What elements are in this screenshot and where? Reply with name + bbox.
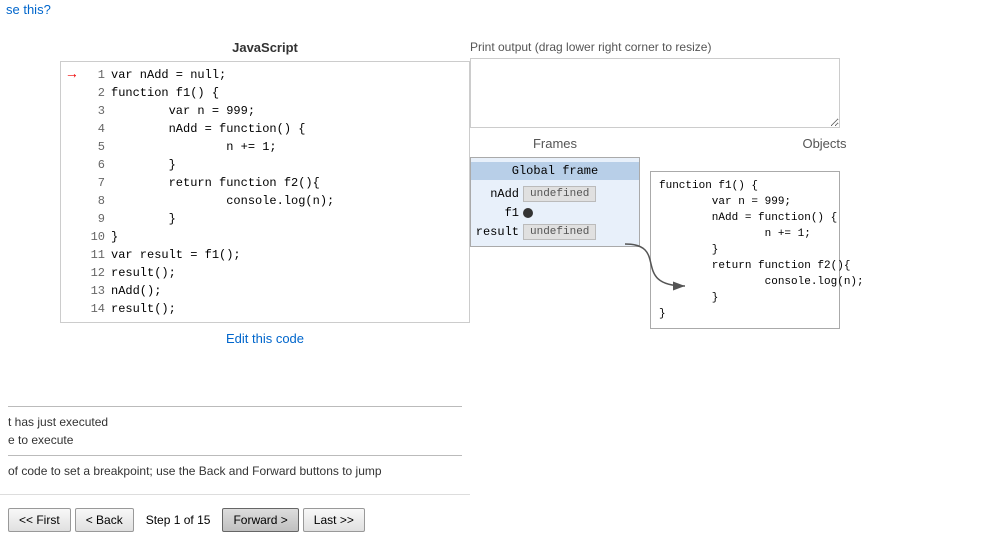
edit-this-code-link[interactable]: Edit this code — [226, 331, 304, 346]
frame-val-nadd: undefined — [523, 186, 596, 202]
left-panel: JavaScript →1var nAdd = null;2function f… — [0, 40, 470, 544]
line-number-3: 3 — [83, 102, 111, 120]
frame-row-f1: f1 — [471, 204, 639, 222]
code-line-6: 6 } — [61, 156, 469, 174]
frame-dot-f1 — [523, 208, 533, 218]
code-line-7: 7 return function f2(){ — [61, 174, 469, 192]
forward-button[interactable]: Forward > — [222, 508, 298, 532]
code-line-11: 11var result = f1(); — [61, 246, 469, 264]
info-line-2: e to execute — [8, 431, 462, 449]
code-line-9: 9 } — [61, 210, 469, 228]
line-code-6: } — [111, 156, 469, 174]
frame-var-f1: f1 — [475, 206, 519, 220]
line-number-10: 10 — [83, 228, 111, 246]
code-container: →1var nAdd = null;2function f1() {3 var … — [60, 61, 470, 323]
arrow-indicator-1: → — [61, 66, 83, 84]
back-button[interactable]: < Back — [75, 508, 134, 532]
print-section: Print output (drag lower right corner to… — [470, 40, 999, 128]
line-number-11: 11 — [83, 246, 111, 264]
frame-var-nadd: nAdd — [475, 187, 519, 201]
line-code-7: return function f2(){ — [111, 174, 469, 192]
line-code-8: console.log(n); — [111, 192, 469, 210]
global-frame-box: Global frame nAdd undefined f1 result undefi… — [470, 157, 640, 247]
line-code-11: var result = f1(); — [111, 246, 469, 264]
line-code-9: } — [111, 210, 469, 228]
line-code-1: var nAdd = null; — [111, 66, 469, 84]
line-code-13: nAdd(); — [111, 282, 469, 300]
line-code-4: nAdd = function() { — [111, 120, 469, 138]
info-line-3: of code to set a breakpoint; use the Bac… — [8, 462, 462, 480]
frames-column: Frames Global frame nAdd undefined f1 resul… — [470, 136, 640, 329]
code-line-13: 13nAdd(); — [61, 282, 469, 300]
line-code-2: function f1() { — [111, 84, 469, 102]
line-number-13: 13 — [83, 282, 111, 300]
code-line-14: 14result(); — [61, 300, 469, 318]
divider-2 — [8, 455, 462, 456]
line-code-12: result(); — [111, 264, 469, 282]
line-number-2: 2 — [83, 84, 111, 102]
code-line-12: 12result(); — [61, 264, 469, 282]
edit-link-container: Edit this code — [60, 331, 470, 346]
frames-header: Frames — [470, 136, 640, 151]
code-section: JavaScript →1var nAdd = null;2function f… — [60, 40, 470, 404]
code-line-1: →1var nAdd = null; — [61, 66, 469, 84]
frames-objects-wrapper: Frames Global frame nAdd undefined f1 resul… — [470, 136, 999, 329]
line-code-10: } — [111, 228, 469, 246]
code-line-2: 2function f1() { — [61, 84, 469, 102]
first-button[interactable]: << First — [8, 508, 71, 532]
line-number-6: 6 — [83, 156, 111, 174]
line-code-14: result(); — [111, 300, 469, 318]
frame-row-nadd: nAdd undefined — [471, 184, 639, 204]
code-line-8: 8 console.log(n); — [61, 192, 469, 210]
nav-bar: << First < Back Step 1 of 15 Forward > L… — [0, 494, 470, 544]
code-line-5: 5 n += 1; — [61, 138, 469, 156]
frame-row-result: result undefined — [471, 222, 639, 242]
print-label: Print output (drag lower right corner to… — [470, 40, 999, 54]
frame-var-result: result — [475, 225, 519, 239]
last-button[interactable]: Last >> — [303, 508, 365, 532]
objects-header: Objects — [650, 136, 999, 151]
code-title: JavaScript — [60, 40, 470, 55]
line-number-5: 5 — [83, 138, 111, 156]
global-frame-title: Global frame — [471, 162, 639, 180]
line-code-5: n += 1; — [111, 138, 469, 156]
right-panel: Print output (drag lower right corner to… — [470, 40, 999, 544]
code-line-4: 4 nAdd = function() { — [61, 120, 469, 138]
objects-column: Objects function f1() { var n = 999; nAd… — [640, 136, 999, 329]
frames-objects-section: Frames Global frame nAdd undefined f1 resul… — [470, 136, 999, 329]
top-link[interactable]: se this? — [6, 2, 51, 17]
object-code-box: function f1() { var n = 999; nAdd = func… — [650, 171, 840, 329]
line-code-3: var n = 999; — [111, 102, 469, 120]
step-label: Step 1 of 15 — [146, 513, 211, 527]
info-section: t has just executed e to execute of code… — [0, 396, 470, 484]
line-number-4: 4 — [83, 120, 111, 138]
frame-val-result: undefined — [523, 224, 596, 240]
info-line-1: t has just executed — [8, 413, 462, 431]
divider — [8, 406, 462, 407]
line-number-1: 1 — [83, 66, 111, 84]
line-number-14: 14 — [83, 300, 111, 318]
line-number-7: 7 — [83, 174, 111, 192]
code-line-3: 3 var n = 999; — [61, 102, 469, 120]
code-line-10: 10} — [61, 228, 469, 246]
line-number-8: 8 — [83, 192, 111, 210]
line-number-9: 9 — [83, 210, 111, 228]
line-number-12: 12 — [83, 264, 111, 282]
print-output-box[interactable] — [470, 58, 840, 128]
